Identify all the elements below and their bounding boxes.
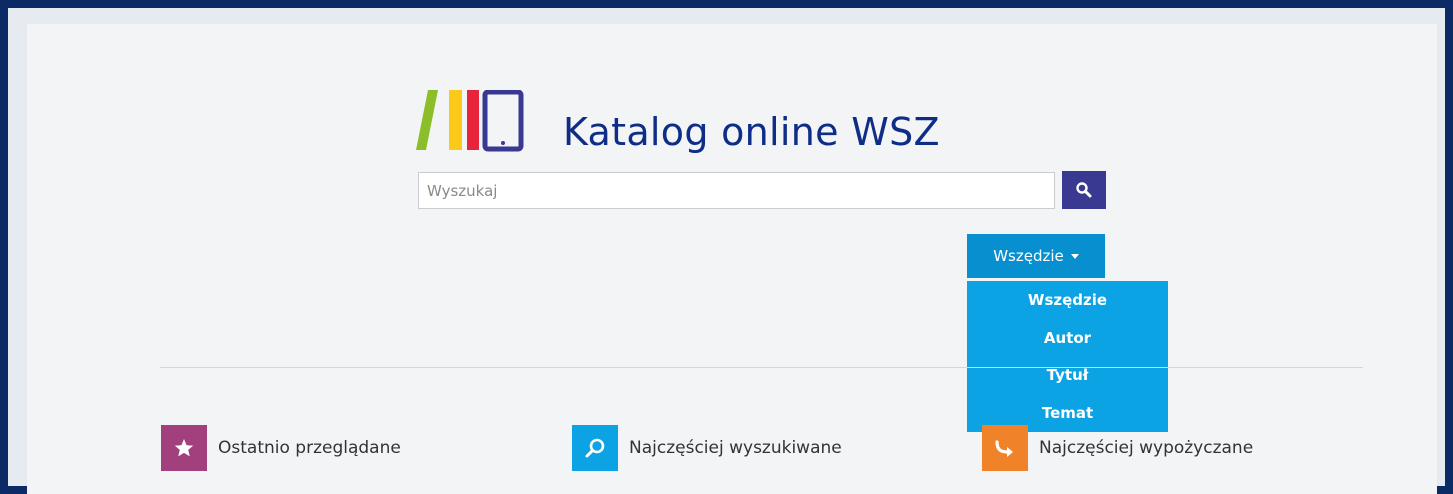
search-input[interactable] [418,172,1055,209]
page-title: Katalog online WSZ [563,110,940,154]
shortcut-recently-viewed[interactable]: Ostatnio przeglądane [161,424,401,471]
scope-dropdown-menu: Wszędzie Autor Tytuł Temat [967,281,1168,432]
curved-arrow-icon [982,424,1028,471]
books-tablet-logo-icon [416,90,524,152]
search-icon [1076,182,1092,198]
scope-option-author[interactable]: Autor [967,319,1168,357]
scope-selected-label: Wszędzie [993,247,1064,265]
caret-down-icon [1070,253,1079,259]
scope-dropdown-button[interactable]: Wszędzie [967,234,1105,278]
section-divider [160,367,1363,368]
shortcut-label: Najczęściej wypożyczane [1039,437,1254,458]
search-button[interactable] [1062,171,1106,209]
magnifier-icon [572,424,618,471]
scope-option-title[interactable]: Tytuł [967,357,1168,395]
star-icon [161,424,207,471]
shortcut-label: Ostatnio przeglądane [218,437,401,458]
shortcut-most-searched[interactable]: Najczęściej wyszukiwane [572,424,842,471]
scope-option-everywhere[interactable]: Wszędzie [967,281,1168,319]
shortcut-most-borrowed[interactable]: Najczęściej wypożyczane [982,424,1253,471]
shortcut-label: Najczęściej wyszukiwane [629,437,842,458]
